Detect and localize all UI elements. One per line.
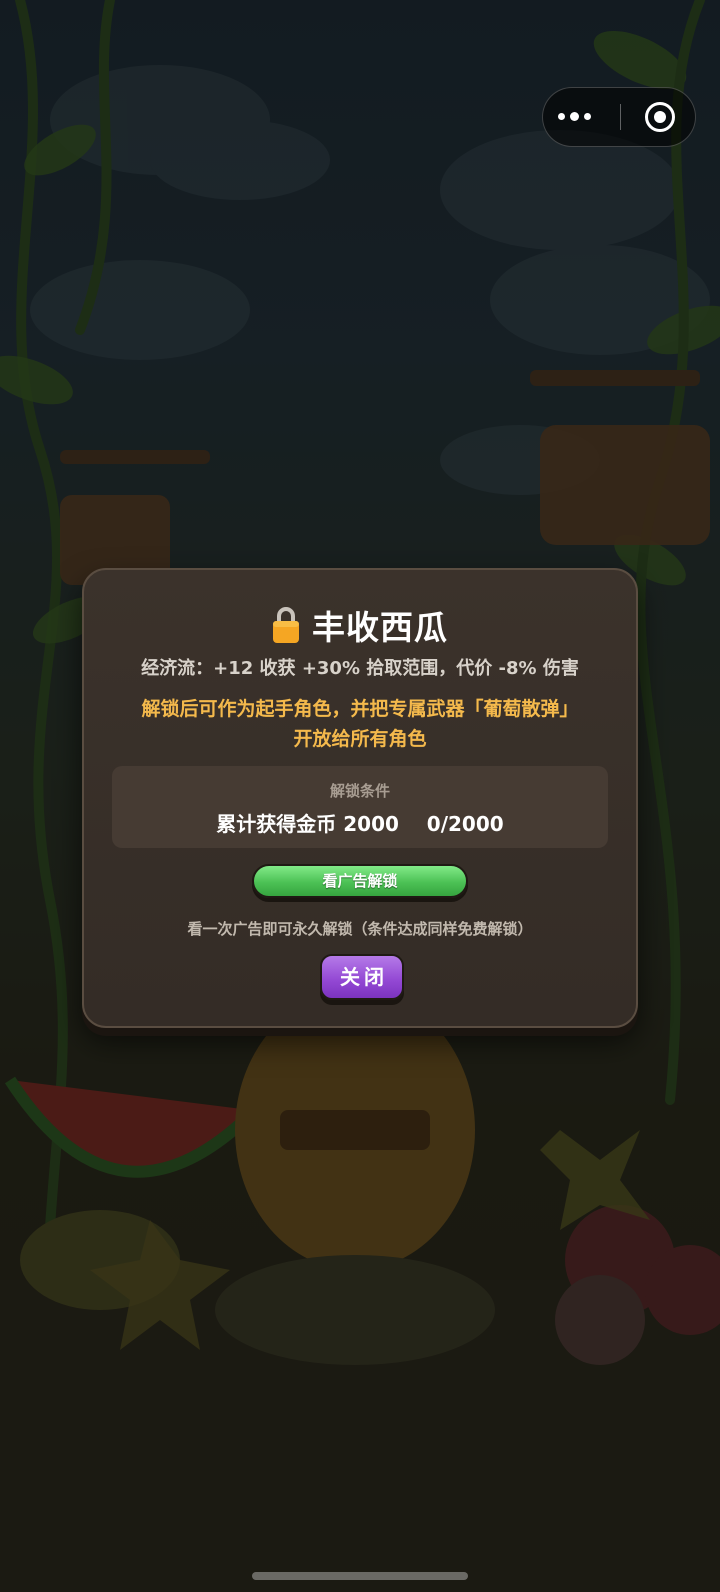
- home-indicator[interactable]: [252, 1572, 468, 1580]
- unlock-dialog: 丰收西瓜 经济流：+12 收获 +30% 拾取范围，代价 -8% 伤害 解锁后可…: [82, 568, 638, 1028]
- close-button[interactable]: 关闭: [320, 954, 404, 1000]
- unlock-condition-box: 解锁条件 累计获得金币 2000 0/2000: [112, 766, 608, 848]
- miniprogram-capsule: [542, 87, 696, 147]
- condition-requirement: 累计获得金币 2000: [216, 812, 399, 836]
- condition-row: 累计获得金币 2000 0/2000: [112, 808, 608, 837]
- unlock-description-line-1: 解锁后可作为起手角色，并把专属武器「葡萄散弹」: [141, 698, 579, 720]
- dialog-title-row: 丰收西瓜: [84, 600, 636, 650]
- character-stats: 经济流：+12 收获 +30% 拾取范围，代价 -8% 伤害: [141, 658, 579, 679]
- more-dots-icon[interactable]: [543, 88, 619, 146]
- watch-ad-unlock-button[interactable]: 看广告解锁: [252, 864, 468, 898]
- condition-label: 解锁条件: [329, 782, 390, 800]
- ad-unlock-hint: 看一次广告即可永久解锁（条件达成同样免费解锁）: [187, 920, 533, 938]
- condition-progress: 0/2000: [426, 812, 504, 836]
- unlock-description: 解锁后可作为起手角色，并把专属武器「葡萄散弹」 开放给所有角色: [114, 694, 606, 754]
- dialog-title: 丰收西瓜: [312, 608, 448, 647]
- lock-icon: [273, 607, 299, 643]
- target-circle-icon[interactable]: [621, 88, 697, 146]
- unlock-description-line-2: 开放给所有角色: [293, 728, 427, 750]
